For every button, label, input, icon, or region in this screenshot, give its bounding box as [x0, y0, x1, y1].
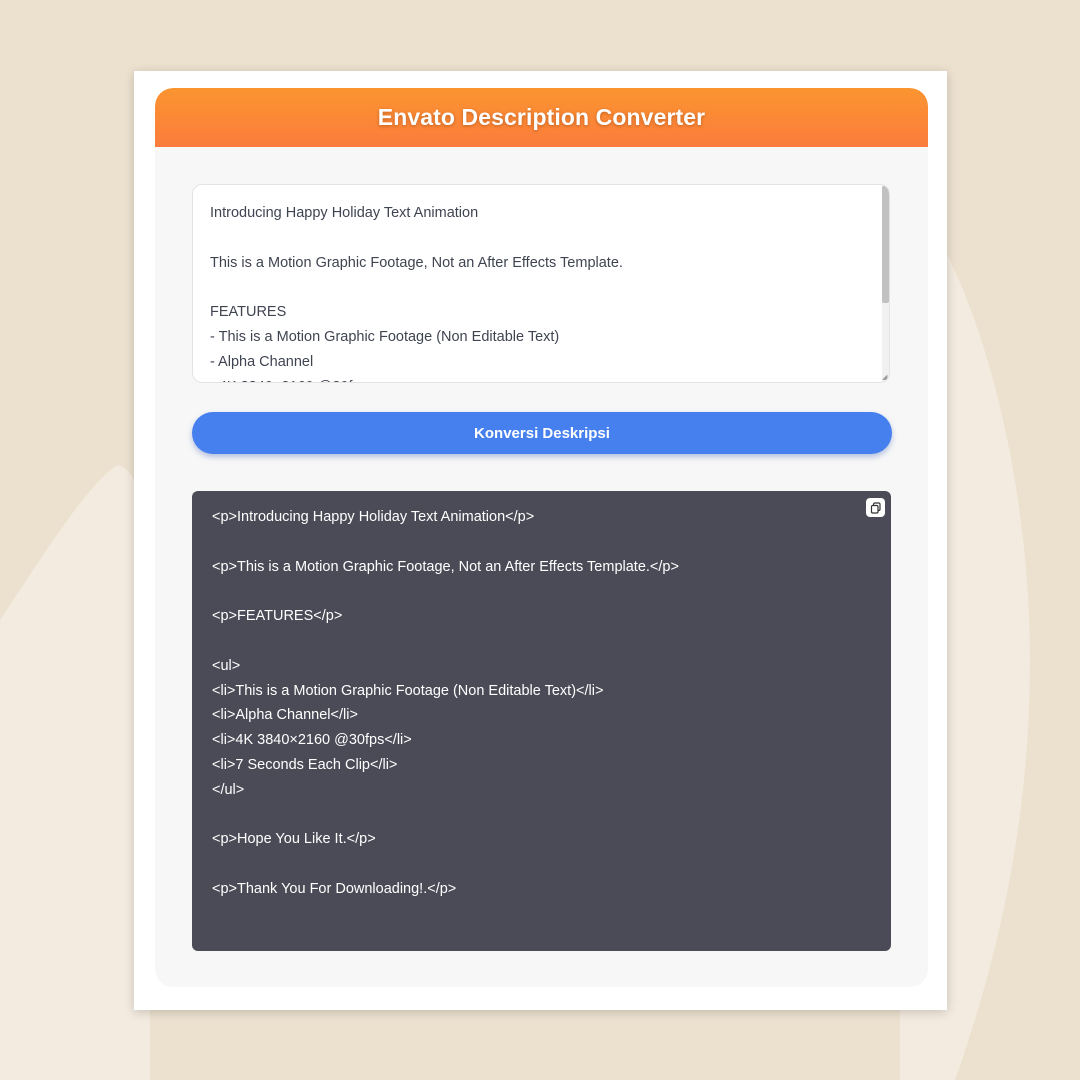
copy-button[interactable] — [866, 498, 885, 517]
html-output-text: <p>Introducing Happy Holiday Text Animat… — [212, 509, 679, 897]
description-input-text[interactable]: Introducing Happy Holiday Text Animation… — [210, 201, 869, 382]
description-input[interactable]: Introducing Happy Holiday Text Animation… — [192, 184, 890, 383]
convert-button[interactable]: Konversi Deskripsi — [192, 412, 892, 454]
app-title: Envato Description Converter — [377, 104, 706, 130]
input-scrollbar[interactable] — [882, 185, 889, 382]
resize-grip-icon[interactable]: ◢ — [882, 374, 888, 381]
converter-card: Envato Description Converter Introducing… — [155, 88, 928, 987]
copy-icon — [870, 501, 881, 514]
input-scrollbar-thumb[interactable] — [882, 186, 889, 303]
app-header: Envato Description Converter — [155, 88, 928, 147]
html-output: <p>Introducing Happy Holiday Text Animat… — [192, 491, 891, 951]
app-frame: Envato Description Converter Introducing… — [134, 71, 947, 1010]
